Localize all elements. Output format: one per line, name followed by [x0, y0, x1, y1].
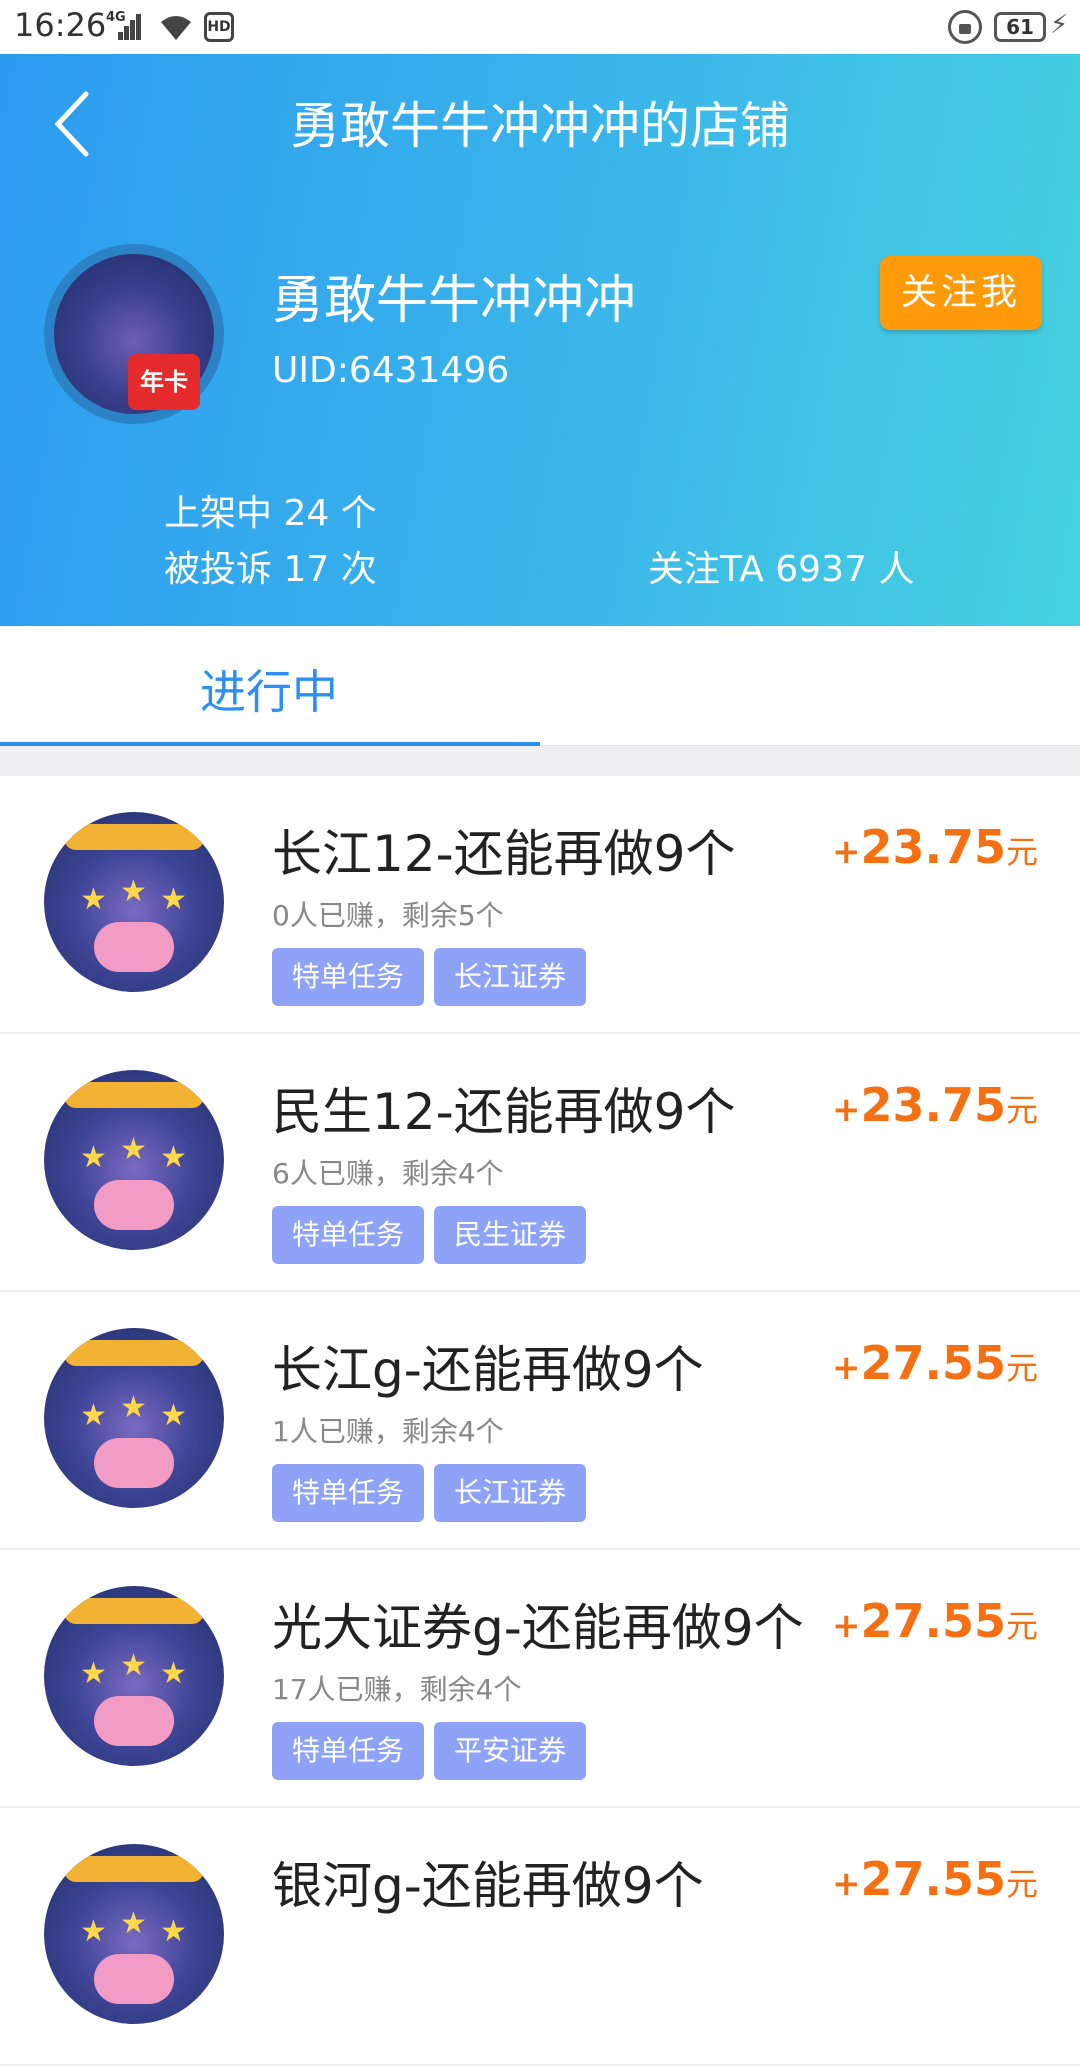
- task-tag: 平安证券: [434, 1722, 587, 1780]
- task-title: 民生12-还能再做9个: [272, 1083, 736, 1141]
- listed-count: 上架中 24 个: [164, 493, 377, 534]
- status-time: 16:26: [14, 6, 107, 44]
- thumbnail-banner: [64, 1340, 204, 1366]
- task-item[interactable]: ★ ★ ★ 民生12-还能再做9个 6人已赚，剩余4个 特单任务 民生证券 +23…: [0, 1034, 1080, 1292]
- star-icon: ★: [80, 1398, 107, 1433]
- reward-sign: +: [831, 1606, 861, 1646]
- star-icon: ★: [120, 1390, 147, 1425]
- reward-amount: 27.55: [860, 1852, 1006, 1906]
- reward-sign: +: [831, 1348, 861, 1388]
- star-icon: ★: [160, 1656, 187, 1691]
- task-tags: 特单任务 民生证券: [272, 1206, 596, 1264]
- star-icon: ★: [120, 874, 147, 909]
- section-divider: [0, 746, 1080, 776]
- task-tag: 特单任务: [272, 948, 425, 1006]
- reward-unit: 元: [1005, 1091, 1038, 1129]
- thumbnail-decor: [94, 1180, 174, 1230]
- reward-unit: 元: [1005, 1349, 1038, 1387]
- task-reward: +23.75元: [832, 820, 1038, 874]
- reward-sign: +: [831, 1864, 861, 1904]
- star-icon: ★: [160, 882, 187, 917]
- follow-button[interactable]: 关注我: [880, 256, 1042, 330]
- shop-header: 勇敢牛牛冲冲冲的店铺 年卡 勇敢牛牛冲冲冲 UID:6431496 关注我 上架…: [0, 54, 1080, 626]
- tab-in-progress[interactable]: 进行中: [0, 626, 540, 746]
- task-reward: +27.55元: [832, 1852, 1038, 1906]
- tab-label: 进行中: [200, 665, 338, 719]
- shop-name: 勇敢牛牛冲冲冲: [272, 271, 637, 331]
- status-bar: 16:26 4G HD 61 ⚡: [0, 0, 1080, 54]
- star-icon: ★: [160, 1398, 187, 1433]
- task-tags: 特单任务 长江证券: [272, 1464, 596, 1522]
- page-title: 勇敢牛牛冲冲冲的店铺: [290, 97, 790, 155]
- star-icon: ★: [160, 1914, 187, 1949]
- task-subtitle: 0人已赚，剩余5个: [272, 899, 504, 932]
- year-card-badge: 年卡: [128, 354, 200, 410]
- task-item[interactable]: ★ ★ ★ 长江12-还能再做9个 0人已赚，剩余5个 特单任务 长江证券 +23…: [0, 776, 1080, 1034]
- reward-sign: +: [831, 832, 861, 872]
- task-thumbnail: ★ ★ ★: [44, 1070, 224, 1250]
- thumbnail-decor: [94, 922, 174, 972]
- task-title: 银河g-还能再做9个: [272, 1857, 704, 1915]
- task-tag: 特单任务: [272, 1722, 425, 1780]
- thumbnail-banner: [64, 1598, 204, 1624]
- star-icon: ★: [80, 1656, 107, 1691]
- reward-unit: 元: [1005, 833, 1038, 871]
- signal-icon: [118, 14, 142, 40]
- task-tags: 特单任务 平安证券: [272, 1722, 596, 1780]
- task-thumbnail: ★ ★ ★: [44, 812, 224, 992]
- task-reward: +23.75元: [832, 1078, 1038, 1132]
- task-thumbnail: ★ ★ ★: [44, 1844, 224, 2024]
- task-thumbnail: ★ ★ ★: [44, 1586, 224, 1766]
- task-list: ★ ★ ★ 长江12-还能再做9个 0人已赚，剩余5个 特单任务 长江证券 +23…: [0, 776, 1080, 2066]
- hd-icon: HD: [204, 12, 234, 42]
- task-tag: 长江证券: [434, 1464, 587, 1522]
- task-reward: +27.55元: [832, 1336, 1038, 1390]
- task-thumbnail: ★ ★ ★: [44, 1328, 224, 1508]
- tab-bar: 进行中: [0, 626, 1080, 746]
- reward-sign: +: [831, 1090, 861, 1130]
- star-icon: ★: [80, 882, 107, 917]
- task-subtitle: 17人已赚，剩余4个: [272, 1673, 522, 1706]
- star-icon: ★: [80, 1914, 107, 1949]
- task-tag: 特单任务: [272, 1464, 425, 1522]
- charging-icon: ⚡: [1050, 10, 1069, 40]
- thumbnail-decor: [94, 1954, 174, 2004]
- star-icon: ★: [160, 1140, 187, 1175]
- task-title: 长江g-还能再做9个: [272, 1341, 704, 1399]
- thumbnail-banner: [64, 1856, 204, 1882]
- task-subtitle: 6人已赚，剩余4个: [272, 1157, 504, 1190]
- reward-amount: 27.55: [860, 1594, 1006, 1648]
- thumbnail-banner: [64, 824, 204, 850]
- reward-unit: 元: [1005, 1865, 1038, 1903]
- task-tag: 长江证券: [434, 948, 587, 1006]
- thumbnail-decor: [94, 1438, 174, 1488]
- task-title: 长江12-还能再做9个: [272, 825, 736, 883]
- reward-amount: 23.75: [860, 1078, 1006, 1132]
- shop-uid: UID:6431496: [272, 350, 510, 391]
- star-icon: ★: [120, 1132, 147, 1167]
- reward-unit: 元: [1005, 1607, 1038, 1645]
- task-tag: 民生证券: [434, 1206, 587, 1264]
- task-reward: +27.55元: [832, 1594, 1038, 1648]
- wifi-icon: [161, 16, 191, 40]
- task-item[interactable]: ★ ★ ★ 长江g-还能再做9个 1人已赚，剩余4个 特单任务 长江证券 +27.…: [0, 1292, 1080, 1550]
- thumbnail-banner: [64, 1082, 204, 1108]
- rotation-lock-icon: [948, 10, 982, 44]
- task-title: 光大证券g-还能再做9个: [272, 1599, 804, 1657]
- task-item[interactable]: ★ ★ ★ 银河g-还能再做9个 +27.55元: [0, 1808, 1080, 2066]
- complaint-count: 被投诉 17 次: [164, 549, 377, 590]
- star-icon: ★: [120, 1906, 147, 1941]
- task-tag: 特单任务: [272, 1206, 425, 1264]
- task-item[interactable]: ★ ★ ★ 光大证券g-还能再做9个 17人已赚，剩余4个 特单任务 平安证券 +…: [0, 1550, 1080, 1808]
- task-tags: 特单任务 长江证券: [272, 948, 596, 1006]
- thumbnail-decor: [94, 1696, 174, 1746]
- reward-amount: 27.55: [860, 1336, 1006, 1390]
- task-subtitle: 1人已赚，剩余4个: [272, 1415, 504, 1448]
- star-icon: ★: [80, 1140, 107, 1175]
- follower-count: 关注TA 6937 人: [648, 549, 915, 590]
- battery-icon: 61: [994, 12, 1046, 42]
- star-icon: ★: [120, 1648, 147, 1683]
- reward-amount: 23.75: [860, 820, 1006, 874]
